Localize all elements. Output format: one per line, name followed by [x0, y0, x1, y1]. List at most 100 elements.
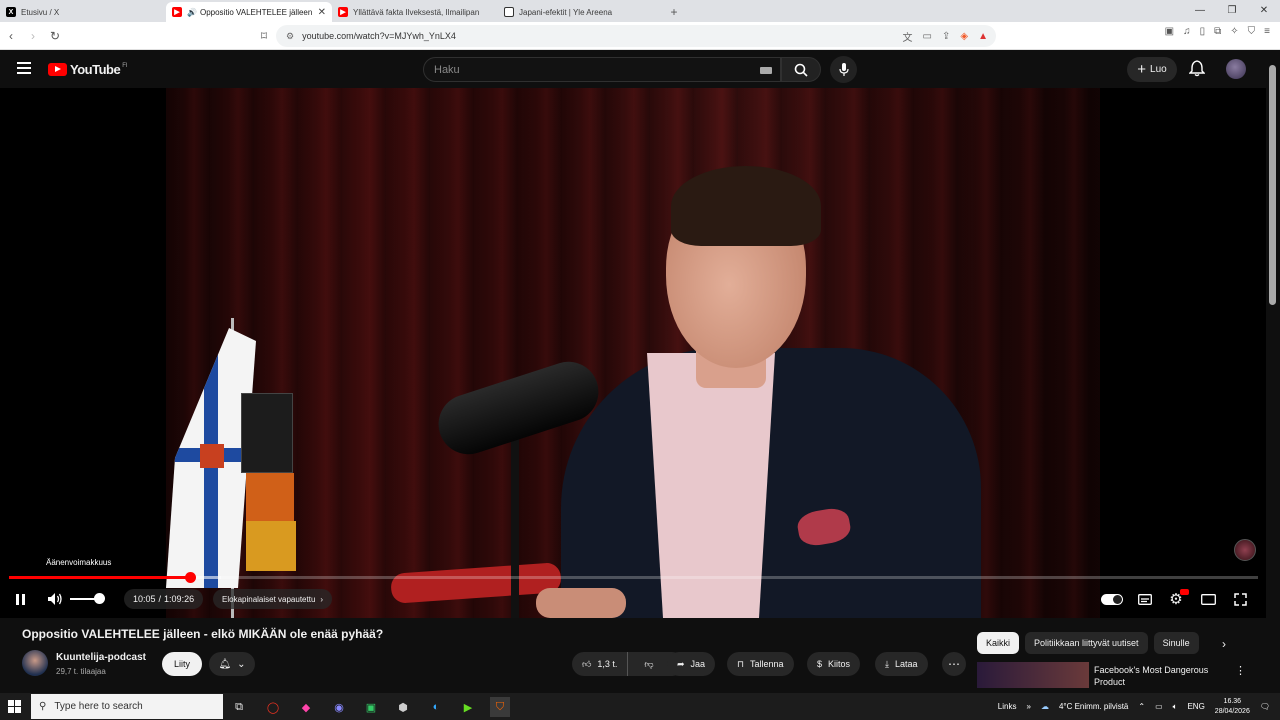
- progress-bar[interactable]: [9, 572, 1258, 583]
- video-player[interactable]: Äänenvoimakkuus 10:05 / 1:09:26 Elokapin…: [0, 88, 1266, 618]
- task-view-icon[interactable]: ⧉: [229, 697, 249, 717]
- close-tab-icon[interactable]: ✕: [318, 7, 326, 18]
- discord-icon[interactable]: ◉: [329, 697, 349, 717]
- join-button[interactable]: Liity: [162, 652, 202, 676]
- site-info-icon[interactable]: ⚙: [286, 31, 294, 42]
- minimize-icon[interactable]: —: [1184, 0, 1216, 20]
- tab-yle[interactable]: Japani-efektit | Yle Areena: [498, 2, 664, 22]
- channel-name[interactable]: Kuuntelija-podcast: [56, 652, 146, 663]
- colorful-app-icon[interactable]: ◆: [296, 697, 316, 717]
- notifications-bell-icon[interactable]: [1189, 60, 1205, 77]
- url-text: youtube.com/watch?v=MJYwh_YnLX4: [302, 31, 456, 41]
- translate-icon[interactable]: 文: [903, 29, 913, 44]
- host-hair: [671, 166, 821, 246]
- share-icon[interactable]: ⇪: [942, 31, 950, 42]
- microphone-icon: [838, 62, 849, 76]
- reload-icon[interactable]: ↻: [44, 25, 66, 47]
- back-icon[interactable]: ‹: [0, 25, 22, 47]
- media-player-icon[interactable]: ▶: [458, 697, 478, 717]
- search-button[interactable]: [781, 57, 821, 82]
- chapter-button[interactable]: Elokapinalaiset vapautettu ›: [213, 589, 333, 609]
- tab-youtube-active[interactable]: ▶ 🔊 Oppositio VALEHTELEE jälleen ✕: [166, 2, 332, 22]
- like-button[interactable]: 👍︎ 1,3 t.: [572, 652, 629, 676]
- brave-shield-icon[interactable]: ◈: [960, 31, 968, 42]
- sidebar-icon[interactable]: ▯: [1200, 26, 1206, 37]
- address-bar[interactable]: ⚙ youtube.com/watch?v=MJYwh_YnLX4 文 ▭ ⇪ …: [276, 25, 996, 47]
- edge-icon[interactable]: ◐: [426, 697, 446, 717]
- new-tab-button[interactable]: +: [664, 2, 684, 22]
- share-button[interactable]: ➦ Jaa: [667, 652, 716, 676]
- wallet-icon[interactable]: ▣: [1165, 26, 1174, 37]
- logo-text: YouTube: [70, 62, 121, 77]
- channel-avatar[interactable]: [22, 650, 48, 676]
- windows-start-icon[interactable]: [8, 700, 21, 713]
- book-box: [241, 393, 293, 473]
- like-count: 1,3 t.: [597, 659, 618, 669]
- more-actions-button[interactable]: ⋯: [942, 652, 966, 676]
- browser-tab-bar: X Etusivu / X ▶ 🔊 Oppositio VALEHTELEE j…: [0, 0, 1280, 22]
- taskbar-search-input[interactable]: ⚲ Type here to search: [31, 694, 223, 719]
- chevron-double-right-icon[interactable]: »: [1026, 702, 1030, 711]
- tab-youtube[interactable]: ▶ Yllättävä fakta Ilveksestä, Ilmailipan: [332, 2, 498, 22]
- browser-menu-icon[interactable]: ≡: [1264, 26, 1270, 37]
- chevron-right-icon[interactable]: ›: [1222, 637, 1226, 651]
- theater-mode-button[interactable]: [1197, 588, 1219, 610]
- channel-watermark[interactable]: [1234, 539, 1256, 561]
- scrollbar-thumb[interactable]: [1269, 65, 1276, 305]
- clock[interactable]: 16.36 28/04/2026: [1215, 697, 1250, 717]
- chip-all[interactable]: Kaikki: [977, 632, 1020, 654]
- taskbar-search-placeholder: Type here to search: [54, 701, 143, 712]
- opera-icon[interactable]: ◯: [263, 697, 283, 717]
- channel-action-row: Kuuntelija-podcast 29,7 t. tilaajaa Liit…: [22, 648, 972, 680]
- forward-icon[interactable]: ›: [22, 25, 44, 47]
- close-window-icon[interactable]: ✕: [1248, 0, 1280, 20]
- settings-button[interactable]: ⚙: [1165, 588, 1189, 610]
- voice-search-button[interactable]: [830, 56, 857, 83]
- chip-for-you[interactable]: Sinulle: [1153, 632, 1199, 654]
- maximize-icon[interactable]: ❐: [1216, 0, 1248, 20]
- recommended-video[interactable]: Facebook's Most Dangerous Product ⋮: [977, 662, 1266, 688]
- notification-center-icon[interactable]: 🗨︎: [1260, 702, 1270, 711]
- brave-rewards-icon[interactable]: ▲: [978, 31, 988, 42]
- app-icon[interactable]: ⬢: [393, 697, 413, 717]
- language-indicator[interactable]: ENG: [1187, 702, 1204, 711]
- thanks-button[interactable]: $ Kiitos: [807, 652, 861, 676]
- volume-handle[interactable]: [94, 593, 105, 604]
- mute-button[interactable]: [44, 588, 66, 610]
- youtube-icon: ▶: [172, 7, 182, 17]
- pause-button[interactable]: [9, 588, 31, 610]
- search-input[interactable]: Haku: [423, 57, 781, 82]
- extensions-icon[interactable]: ⧉: [1214, 26, 1221, 37]
- vpn-icon[interactable]: ⛉: [1248, 26, 1256, 37]
- chevron-up-icon[interactable]: ⌃: [1138, 702, 1145, 711]
- ai-icon[interactable]: ✧: [1230, 26, 1238, 37]
- download-button[interactable]: ⤓ Lataa: [875, 652, 928, 676]
- chip-politics[interactable]: Politiikkaan liittyvät uutiset: [1025, 632, 1148, 654]
- youtube-logo[interactable]: YouTube FI: [48, 62, 128, 77]
- autoplay-toggle[interactable]: [1101, 594, 1123, 605]
- page-scrollbar[interactable]: [1266, 51, 1280, 688]
- media-icon[interactable]: ♫: [1183, 26, 1191, 37]
- brave-browser-icon[interactable]: ⛉: [490, 697, 510, 717]
- tab-title: Etusivu / X: [21, 7, 60, 17]
- save-button[interactable]: ⊓ Tallenna: [727, 652, 794, 676]
- bookmark-icon[interactable]: ⌑: [253, 25, 275, 47]
- network-icon[interactable]: ▭: [1155, 702, 1163, 711]
- subtitles-button[interactable]: [1134, 588, 1156, 610]
- links-toolbar[interactable]: Links: [998, 702, 1017, 711]
- weather-text[interactable]: 4°C Enimm. pilvistä: [1059, 702, 1128, 711]
- create-button[interactable]: + Luo: [1127, 57, 1177, 82]
- hamburger-menu-icon[interactable]: [17, 62, 31, 74]
- keyboard-icon[interactable]: [760, 67, 772, 74]
- cast-icon[interactable]: ▭: [923, 31, 932, 42]
- app-icon[interactable]: ▣: [361, 697, 381, 717]
- account-avatar[interactable]: [1226, 59, 1246, 79]
- speaker-icon[interactable]: 🔈︎: [1173, 702, 1178, 712]
- dislike-button[interactable]: 👎︎: [634, 659, 663, 670]
- subscription-button[interactable]: 🔔︎ ⌄: [209, 652, 255, 676]
- tab-x[interactable]: X Etusivu / X: [0, 2, 166, 22]
- fullscreen-button[interactable]: [1229, 588, 1251, 610]
- omnibox-actions: 文 ▭ ⇪ ◈ ▲: [903, 25, 988, 47]
- more-vertical-icon[interactable]: ⋮: [1235, 664, 1246, 677]
- clock-date: 28/04/2026: [1214, 707, 1250, 715]
